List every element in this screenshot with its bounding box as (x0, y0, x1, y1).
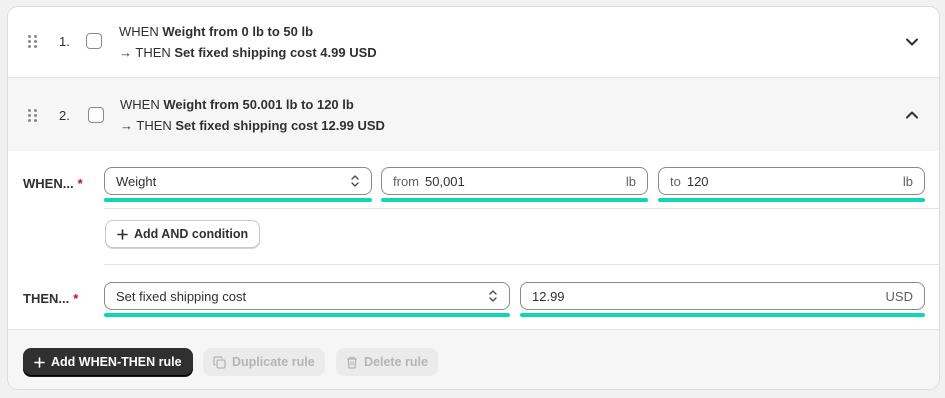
to-prefix: to (670, 173, 681, 189)
to-unit: lb (902, 173, 913, 189)
rule-number: 2. (59, 108, 70, 123)
from-unit: lb (625, 173, 636, 189)
add-rule-button[interactable]: Add WHEN-THEN rule (23, 348, 193, 376)
condition-select-value: Weight (116, 173, 157, 189)
action-select-value: Set fixed shipping cost (116, 288, 247, 304)
add-and-condition-label: Add AND condition (134, 227, 249, 241)
plus-icon (117, 228, 128, 240)
when-label: WHEN... * (23, 176, 83, 191)
when-prefix: WHEN (120, 97, 160, 112)
when-condition: Weight from 0 lb to 50 lb (162, 24, 314, 39)
then-label: THEN... * (23, 291, 78, 306)
divider (104, 208, 939, 209)
rule-checkbox[interactable] (88, 107, 104, 123)
add-and-condition-button[interactable]: Add AND condition (105, 220, 261, 248)
rule-summary: WHEN Weight from 50.001 lb to 120 lb → T… (120, 94, 385, 136)
duplicate-rule-button[interactable]: Duplicate rule (203, 348, 325, 376)
select-arrows-icon (351, 175, 359, 187)
chevron-up-icon[interactable] (905, 110, 919, 120)
duplicate-rule-label: Duplicate rule (232, 355, 315, 369)
cost-unit: USD (885, 288, 913, 304)
field-highlight (381, 198, 648, 202)
action-select[interactable]: Set fixed shipping cost (104, 282, 510, 310)
select-arrows-icon (489, 290, 497, 302)
required-mark: * (73, 291, 79, 306)
field-highlight (658, 198, 925, 202)
delete-rule-button[interactable]: Delete rule (336, 348, 438, 376)
then-label-text: THEN... (23, 291, 70, 306)
then-prefix: → THEN (119, 45, 171, 60)
plus-icon (34, 356, 45, 368)
cost-value: 12.99 (532, 288, 565, 304)
add-rule-label: Add WHEN-THEN rule (51, 355, 182, 369)
weight-from-input[interactable]: from 50,001 lb (381, 167, 648, 195)
condition-select[interactable]: Weight (104, 167, 372, 195)
rules-card: 1. WHEN Weight from 0 lb to 50 lb → THEN… (7, 6, 940, 390)
rule-row-2[interactable]: 2. WHEN Weight from 50.001 lb to 120 lb … (8, 78, 939, 151)
divider (104, 264, 939, 265)
shipping-cost-input[interactable]: 12.99 USD (520, 282, 925, 310)
then-action: Set fixed shipping cost 12.99 USD (175, 118, 385, 133)
from-value: 50,001 (425, 173, 465, 189)
when-condition: Weight from 50.001 lb to 120 lb (163, 97, 354, 112)
field-highlight (104, 313, 510, 317)
rule-editor: WHEN... * Weight from 50,001 lb to 120 lb (8, 151, 939, 329)
from-prefix: from (393, 173, 419, 189)
drag-handle-icon[interactable] (28, 35, 38, 49)
when-prefix: WHEN (119, 24, 159, 39)
when-label-text: WHEN... (23, 176, 74, 191)
rules-footer: Add WHEN-THEN rule Duplicate rule Delete… (8, 329, 939, 389)
field-highlight (104, 198, 372, 202)
delete-rule-label: Delete rule (364, 355, 428, 369)
chevron-down-icon[interactable] (905, 37, 919, 47)
then-action: Set fixed shipping cost 4.99 USD (174, 45, 377, 60)
rule-row-1[interactable]: 1. WHEN Weight from 0 lb to 50 lb → THEN… (8, 7, 939, 78)
field-highlight (520, 313, 925, 317)
weight-to-input[interactable]: to 120 lb (658, 167, 925, 195)
rule-summary: WHEN Weight from 0 lb to 50 lb → THEN Se… (119, 21, 377, 63)
required-mark: * (77, 176, 83, 191)
rule-number: 1. (59, 34, 70, 49)
then-prefix: → THEN (120, 118, 172, 133)
rule-checkbox[interactable] (86, 33, 102, 49)
drag-handle-icon[interactable] (28, 109, 38, 123)
duplicate-icon (213, 355, 226, 369)
to-value: 120 (686, 173, 709, 189)
trash-icon (347, 356, 357, 369)
